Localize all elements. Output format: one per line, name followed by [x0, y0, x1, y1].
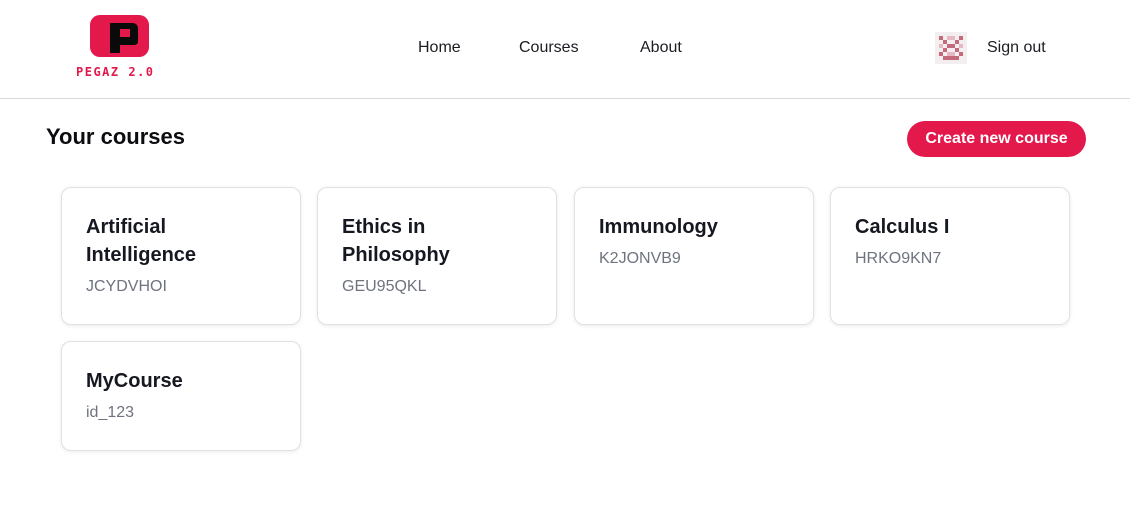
course-title: Ethics in Philosophy: [342, 216, 450, 266]
course-code: K2JONVB9: [599, 250, 681, 267]
course-code: HRKO9KN7: [855, 250, 942, 267]
course-code: id_123: [86, 404, 135, 421]
page-title: Your courses: [46, 124, 185, 149]
create-course-button[interactable]: Create new course: [907, 121, 1086, 157]
course-card[interactable]: Calculus I HRKO9KN7: [830, 187, 1070, 325]
course-code: JCYDVHOI: [86, 278, 167, 295]
course-title: MyCourse: [86, 370, 183, 392]
nav-courses-link[interactable]: Courses: [519, 39, 579, 57]
course-card[interactable]: Immunology K2JONVB9: [574, 187, 814, 325]
course-title: Immunology: [599, 216, 718, 238]
course-card[interactable]: Artificial Intelligence JCYDVHOI: [61, 187, 301, 325]
pegaz-logo-icon: [90, 15, 149, 57]
nav-home-link[interactable]: Home: [418, 39, 461, 57]
sign-out-button[interactable]: Sign out: [987, 39, 1046, 57]
top-navbar: PEGAZ 2.0 Home Courses About Sign out: [0, 0, 1130, 99]
nav-about-link[interactable]: About: [640, 39, 682, 57]
course-card[interactable]: MyCourse id_123: [61, 341, 301, 451]
course-code: GEU95QKL: [342, 278, 427, 295]
course-title: Calculus I: [855, 216, 950, 238]
course-title: Artificial Intelligence: [86, 216, 197, 266]
pegaz-logo[interactable]: PEGAZ 2.0: [76, 14, 166, 82]
logo-text: PEGAZ 2.0: [76, 65, 155, 79]
avatar[interactable]: [935, 32, 967, 64]
course-card[interactable]: Ethics in Philosophy GEU95QKL: [317, 187, 557, 325]
